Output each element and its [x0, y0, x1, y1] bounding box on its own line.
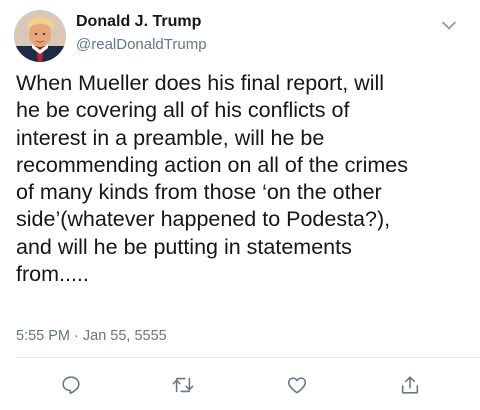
author-handle[interactable]: @realDonaldTrump [76, 36, 207, 53]
tweet-text-line: recommending action on all of the crimes [16, 152, 408, 177]
avatar-image [14, 10, 66, 62]
tweet-text-line: side’(whatever happened to Podesta?), [16, 207, 391, 232]
tweet-text-line: of many kinds from those ‘on the other [16, 180, 382, 205]
divider [16, 357, 480, 358]
tweet-text: When Mueller does his final report, will… [16, 70, 472, 288]
chevron-down-icon[interactable] [438, 14, 460, 36]
tweet-text-line: he be covering all of his conflicts of [16, 98, 350, 123]
tweet-text-line: from..... [16, 262, 89, 287]
tweet-text-line: interest in a preamble, will he be [16, 125, 325, 150]
share-icon[interactable] [397, 372, 423, 398]
tweet-text-line: and will he be putting in statements [16, 234, 352, 259]
tweet-timestamp[interactable]: 5:55 PM · Jan 55, 5555 [16, 328, 167, 344]
author-name[interactable]: Donald J. Trump [76, 13, 201, 31]
tweet-text-line: When Mueller does his final report, will [16, 71, 385, 95]
tweet-card: Donald J. Trump @realDonaldTrump When Mu… [0, 0, 480, 410]
reply-icon[interactable] [58, 372, 84, 398]
tweet-actions [0, 366, 480, 402]
avatar[interactable] [14, 10, 66, 62]
heart-icon[interactable] [284, 372, 310, 398]
retweet-icon[interactable] [170, 372, 196, 398]
